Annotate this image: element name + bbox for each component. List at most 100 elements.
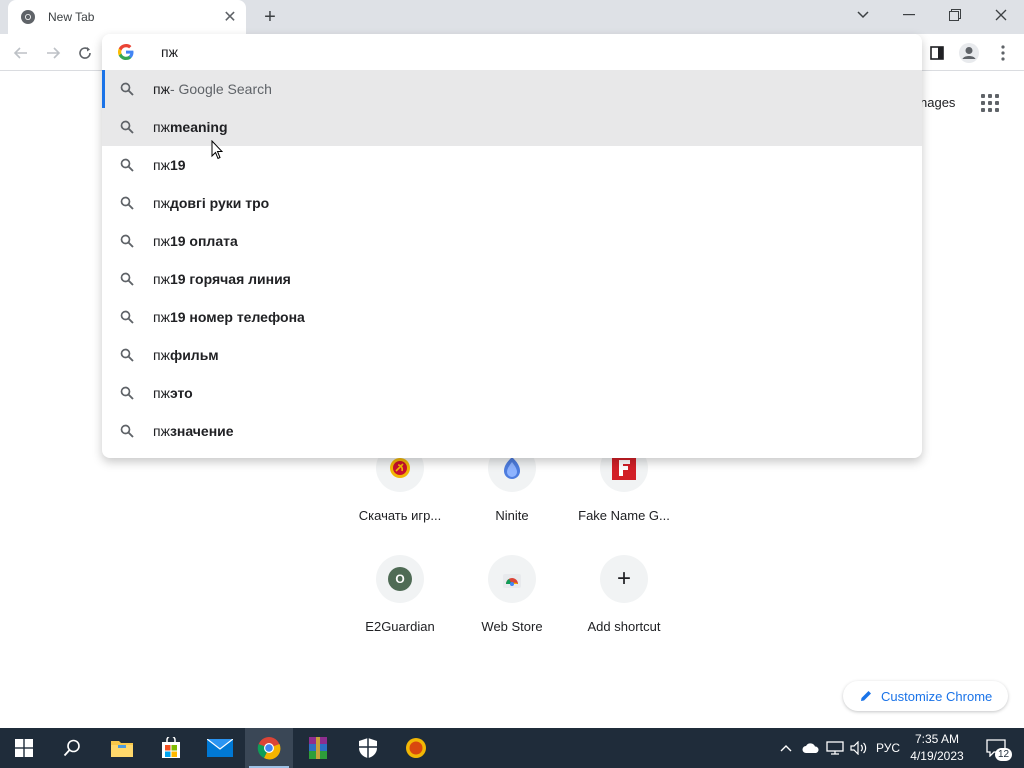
suggestion-completion: 19 [169, 157, 186, 173]
shortcut-tile [488, 555, 536, 603]
restore-icon[interactable] [932, 0, 978, 30]
taskbar-mail[interactable] [196, 728, 244, 768]
shortcut-label: Fake Name G... [578, 508, 670, 523]
shortcut-label: Скачать игр... [358, 508, 442, 523]
omnibox-input[interactable] [161, 44, 861, 60]
tab-title: New Tab [48, 10, 95, 24]
network-icon[interactable] [824, 728, 846, 768]
shortcut-label: E2Guardian [365, 619, 435, 634]
tab-strip: New Tab ✕ + [0, 0, 1024, 34]
back-arrow-icon[interactable] [8, 40, 34, 66]
search-icon [63, 739, 80, 757]
search-icon [120, 386, 134, 400]
shortcut-label: Add shortcut [587, 619, 661, 634]
tab-search-icon[interactable] [840, 0, 886, 30]
winrar-icon [309, 737, 327, 759]
taskbar-winrar[interactable] [294, 728, 342, 768]
clock-date: 4/19/2023 [910, 749, 964, 763]
reload-icon[interactable] [72, 40, 98, 66]
shortcut-tile: O [376, 555, 424, 603]
fake-name-icon [612, 456, 636, 480]
search-icon [120, 234, 134, 248]
tab-new-tab[interactable]: New Tab ✕ [8, 0, 246, 34]
suggestion-prefix: пж [153, 233, 170, 249]
suggestion-completion: 19 оплата [169, 233, 238, 249]
suggestion-prefix: пж [153, 385, 170, 401]
taskbar-chrome[interactable] [245, 728, 293, 768]
google-apps-icon[interactable] [980, 93, 1000, 113]
taskbar-security[interactable] [344, 728, 392, 768]
web-store-icon [503, 574, 521, 588]
suggestion-row[interactable]: пж - Google Search [102, 70, 922, 108]
mouse-cursor-icon [211, 140, 223, 160]
suggestion-completion: значение [169, 423, 234, 439]
windows-icon [15, 739, 33, 757]
suggestion-row[interactable]: пж довгі руки тро [102, 184, 922, 222]
menu-kebab-icon[interactable] [990, 40, 1016, 66]
chrome-icon [21, 10, 35, 24]
suggestion-completion: 19 горячая линия [169, 271, 291, 287]
side-panel-icon[interactable] [924, 40, 950, 66]
profile-avatar-icon[interactable] [956, 40, 982, 66]
clock-time: 7:35 AM [914, 732, 960, 746]
suggestion-row[interactable]: пж 19 горячая линия [102, 260, 922, 298]
close-window-icon[interactable] [978, 0, 1024, 30]
new-tab-button[interactable]: + [258, 5, 282, 29]
shortcut-label: Ninite [495, 508, 529, 523]
tray-expand-icon[interactable] [776, 728, 796, 768]
suggestion-row[interactable]: пж meaning [102, 108, 922, 146]
plus-icon: + [616, 565, 631, 592]
suggestion-prefix: пж [153, 195, 170, 211]
suggestion-completion: meaning [169, 119, 228, 135]
search-icon [120, 348, 134, 362]
taskbar-search-button[interactable] [48, 728, 96, 768]
suggestion-completion: 19 номер телефона [169, 309, 305, 325]
google-g-icon [118, 44, 134, 60]
shortcut-label: Web Store [481, 619, 543, 634]
images-link[interactable]: nages [920, 95, 955, 110]
clock[interactable]: 7:35 AM 4/19/2023 [905, 731, 969, 765]
suggestion-prefix: пж [153, 81, 170, 97]
suggestion-prefix: пж [153, 157, 170, 173]
suggestion-row[interactable]: пж значение [102, 412, 922, 450]
notification-center-button[interactable]: 12 [978, 728, 1014, 768]
tab-close-icon[interactable]: ✕ [220, 7, 240, 27]
volume-icon[interactable] [848, 728, 870, 768]
search-icon [120, 158, 134, 172]
omnibox-dropdown: пж - Google Search пж meaning пж 19 пж д… [102, 34, 922, 458]
suggestion-row[interactable]: пж 19 [102, 146, 922, 184]
forward-arrow-icon[interactable] [40, 40, 66, 66]
soviet-emblem-icon [406, 738, 426, 758]
onedrive-icon[interactable] [800, 728, 822, 768]
suggestion-row[interactable]: пж это [102, 374, 922, 412]
suggestion-row[interactable]: пж 19 номер телефона [102, 298, 922, 336]
chrome-icon [257, 737, 281, 760]
suggestion-completion: фильм [169, 347, 219, 363]
search-icon [120, 272, 134, 286]
language-indicator[interactable]: РУС [872, 728, 904, 768]
shortcut-web-store[interactable]: Web Store [456, 555, 568, 634]
suggestion-row[interactable]: пж 19 оплата [102, 222, 922, 260]
search-icon [120, 82, 134, 96]
shortcut-tile: + [600, 555, 648, 603]
minimize-icon[interactable] [886, 0, 932, 30]
taskbar: РУС 7:35 AM 4/19/2023 12 [0, 728, 1024, 768]
suggestion-completion: довгі руки тро [169, 195, 270, 211]
selection-indicator [102, 70, 105, 108]
start-button[interactable] [0, 728, 48, 768]
taskbar-file-explorer[interactable] [98, 728, 146, 768]
suggestion-prefix: пж [153, 423, 170, 439]
suggestion-row[interactable]: пж фильм [102, 336, 922, 374]
search-icon [120, 120, 134, 134]
suggestion-completion: это [169, 385, 193, 401]
e2guardian-icon: O [388, 567, 412, 591]
taskbar-store[interactable] [147, 728, 195, 768]
add-shortcut-button[interactable]: + Add shortcut [568, 555, 680, 634]
taskbar-app-emblem[interactable] [392, 728, 440, 768]
shortcut-e2guardian[interactable]: O E2Guardian [344, 555, 456, 634]
notification-count-badge: 12 [995, 748, 1013, 761]
search-icon [120, 424, 134, 438]
search-icon [120, 196, 134, 210]
shield-icon [359, 738, 377, 758]
customize-chrome-button[interactable]: Customize Chrome [843, 681, 1008, 711]
